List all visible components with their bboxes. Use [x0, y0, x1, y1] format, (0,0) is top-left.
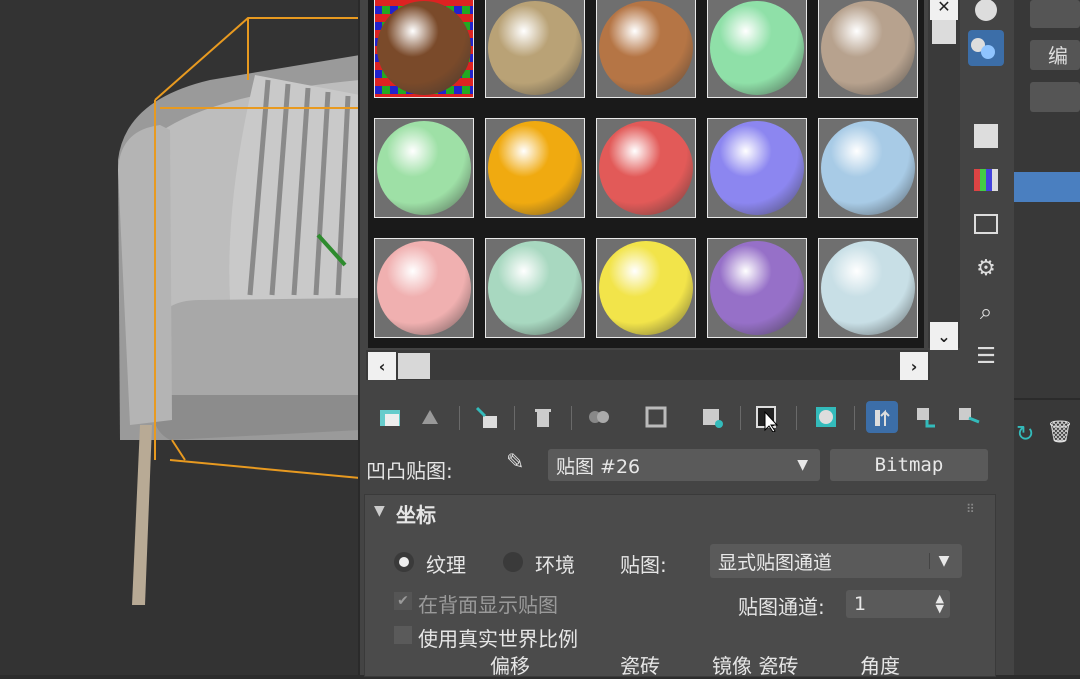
texture-radio-label: 纹理: [426, 553, 466, 577]
material-slot[interactable]: [483, 236, 587, 340]
slot-horizontal-scrollbar[interactable]: [366, 350, 930, 380]
material-sphere-preview: [710, 241, 804, 335]
material-sphere-preview: [488, 121, 582, 215]
material-slot[interactable]: [816, 116, 920, 220]
panel-divider: [1014, 398, 1080, 400]
material-slot[interactable]: [705, 236, 809, 340]
material-slot[interactable]: [594, 236, 698, 340]
mapping-value: 显式贴图通道: [718, 551, 833, 574]
material-sphere-preview: [377, 121, 471, 215]
real-world-scale-label: 使用真实世界比例: [418, 627, 578, 651]
mapping-dropdown[interactable]: 显式贴图通道 ▼: [710, 544, 962, 578]
command-panel-field[interactable]: [1030, 0, 1080, 28]
material-slot[interactable]: [372, 236, 476, 340]
make-preview-icon[interactable]: [968, 206, 1004, 242]
chair-render: [118, 17, 360, 605]
eyedropper-icon[interactable]: ✎: [506, 450, 534, 480]
material-sphere-preview: [488, 241, 582, 335]
material-slot[interactable]: [816, 236, 920, 340]
bump-map-label: 凹凸贴图:: [366, 459, 453, 483]
put-material-icon[interactable]: [414, 401, 446, 433]
pin-stack-icon[interactable]: ↻: [1016, 422, 1034, 447]
spinner-arrows-icon[interactable]: ▲ ▼: [936, 593, 944, 614]
show-end-result-icon[interactable]: [810, 401, 842, 433]
material-sphere-preview: [821, 241, 915, 335]
material-slot[interactable]: [483, 116, 587, 220]
go-forward-sibling-icon[interactable]: [910, 401, 942, 433]
texture-radio[interactable]: [394, 552, 414, 572]
map-channel-label: 贴图通道:: [738, 595, 825, 619]
material-slot[interactable]: [705, 116, 809, 220]
go-to-sibling-icon[interactable]: [952, 401, 984, 433]
remove-modifier-icon[interactable]: 🗑: [1046, 420, 1074, 445]
command-panel-button[interactable]: [1030, 82, 1080, 112]
chevron-down-icon: ▼: [797, 457, 808, 473]
material-sphere-preview: [599, 1, 693, 95]
material-slot[interactable]: [372, 116, 476, 220]
material-slot[interactable]: [816, 0, 920, 100]
material-slot[interactable]: [594, 0, 698, 100]
assign-material-icon[interactable]: [470, 401, 502, 433]
video-color-check-icon[interactable]: [968, 162, 1004, 198]
rollout-title[interactable]: 坐标: [396, 499, 436, 528]
material-sphere-preview: [599, 241, 693, 335]
slot-vertical-scrollbar[interactable]: [928, 0, 960, 348]
material-sphere-preview: [821, 1, 915, 95]
material-sphere-preview: [377, 241, 471, 335]
material-slot[interactable]: [705, 0, 809, 100]
3d-viewport[interactable]: [0, 0, 360, 675]
material-slot-grid: [368, 0, 924, 348]
map-name-dropdown[interactable]: 贴图 #26 ▼: [548, 449, 820, 481]
material-sphere-preview: [710, 1, 804, 95]
sample-type-icon[interactable]: [968, 0, 1004, 28]
map-name-value: 贴图 #26: [556, 455, 641, 478]
material-sphere-preview: [599, 121, 693, 215]
material-navigator-icon[interactable]: ☰: [968, 338, 1004, 374]
go-to-parent-icon[interactable]: [866, 401, 898, 433]
material-sphere-preview: [821, 121, 915, 215]
map-channel-value: 1: [854, 593, 867, 615]
get-material-icon[interactable]: [374, 401, 406, 433]
show-map-on-back-label: 在背面显示贴图: [418, 593, 558, 617]
show-map-in-viewport-icon[interactable]: [752, 401, 784, 433]
horizontal-scroll-thumb[interactable]: [398, 353, 430, 379]
options-icon[interactable]: ⚙: [968, 250, 1004, 286]
material-slot[interactable]: [594, 116, 698, 220]
scroll-left-icon[interactable]: ‹: [368, 352, 396, 380]
modifier-stack-selected-item[interactable]: [1014, 172, 1080, 202]
scroll-down-icon[interactable]: ⌄: [930, 322, 958, 350]
scroll-right-icon[interactable]: ›: [900, 352, 928, 380]
real-world-scale-checkbox[interactable]: [394, 626, 412, 644]
material-slot[interactable]: [483, 0, 587, 100]
collapse-triangle-icon[interactable]: ▼: [374, 503, 385, 519]
make-unique-icon[interactable]: [583, 401, 615, 433]
environ-radio-label: 环境: [535, 553, 575, 577]
put-to-library-icon[interactable]: [640, 401, 672, 433]
background-icon[interactable]: [968, 74, 1004, 110]
delete-icon[interactable]: [527, 401, 559, 433]
show-map-on-back-checkbox[interactable]: ✔: [394, 592, 412, 610]
edit-button[interactable]: 编辑: [1030, 40, 1080, 70]
uv-tiling-icon[interactable]: [968, 118, 1004, 154]
material-slot[interactable]: [372, 0, 476, 100]
map-type-button[interactable]: Bitmap: [830, 449, 988, 481]
select-by-material-icon[interactable]: ⌕: [968, 294, 1004, 330]
map-channel-spinner[interactable]: 1 ▲ ▼: [846, 590, 950, 618]
mapping-label: 贴图:: [620, 553, 667, 577]
backlight-icon[interactable]: [968, 30, 1004, 66]
material-sphere-preview: [710, 121, 804, 215]
chevron-down-icon: ▼: [929, 553, 958, 569]
material-sphere-preview: [488, 1, 582, 95]
environ-radio[interactable]: [503, 552, 523, 572]
material-sphere-preview: [377, 1, 471, 95]
rollout-grip-icon[interactable]: ⠿: [966, 502, 975, 516]
material-id-icon[interactable]: [696, 401, 728, 433]
scroll-up-icon[interactable]: ✕: [930, 0, 958, 20]
